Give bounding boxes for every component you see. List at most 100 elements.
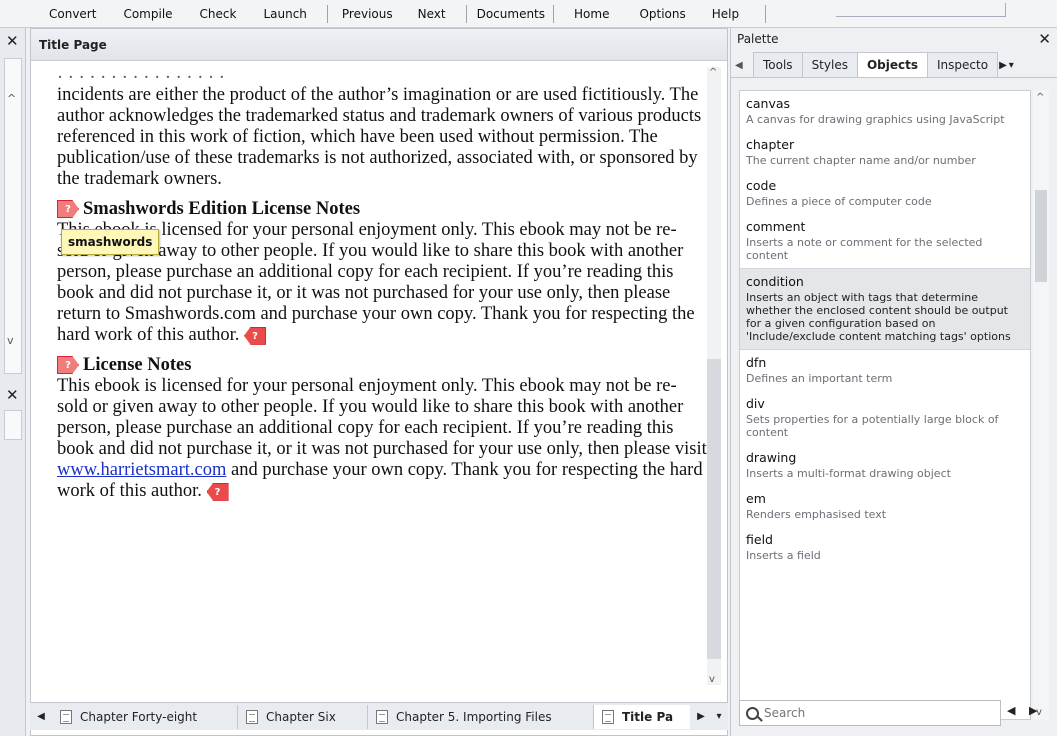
item-name: em bbox=[746, 491, 766, 506]
next-arrow-icon[interactable]: ▶ bbox=[1029, 704, 1037, 717]
tag-marker-icon[interactable]: ? bbox=[57, 356, 79, 374]
list-item[interactable]: comment Inserts a note or comment for the… bbox=[740, 214, 1030, 268]
list-item[interactable]: code Defines a piece of computer code bbox=[740, 173, 1030, 214]
left-collapsed-pane-lower[interactable] bbox=[4, 410, 22, 440]
menu-separator bbox=[765, 4, 767, 23]
tab-scroll-left-icon[interactable]: ◀ bbox=[30, 711, 52, 722]
scroll-up-icon[interactable]: ^ bbox=[709, 67, 717, 78]
menu-previous[interactable]: Previous bbox=[342, 7, 393, 21]
menu-compile[interactable]: Compile bbox=[123, 7, 172, 21]
section-heading[interactable]: ? License Notes bbox=[57, 354, 707, 376]
tooltip: smashwords bbox=[61, 229, 160, 255]
list-item[interactable]: field Inserts a field bbox=[740, 527, 1030, 568]
document-tab-bar: ◀ Chapter Forty-eight Chapter Six Chapte… bbox=[30, 702, 728, 730]
menu-search-box[interactable] bbox=[836, 3, 1006, 17]
tab-menu-icon[interactable]: ▾ bbox=[1007, 60, 1014, 77]
document-icon bbox=[60, 709, 72, 724]
palette-search-field[interactable] bbox=[739, 700, 1001, 726]
menu-separator bbox=[465, 4, 467, 23]
menu-launch[interactable]: Launch bbox=[263, 7, 306, 21]
item-description: Sets properties for a potentially large … bbox=[746, 413, 999, 439]
item-name: chapter bbox=[746, 137, 795, 152]
heading-text: License Notes bbox=[83, 355, 192, 375]
tab-label: Chapter 5. Importing Files bbox=[396, 709, 552, 724]
menu-bar: Convert Compile Check Launch Previous Ne… bbox=[0, 0, 1057, 28]
close-icon[interactable]: ✕ bbox=[1038, 30, 1051, 48]
item-description: Defines a piece of computer code bbox=[746, 195, 932, 208]
list-item[interactable]: drawing Inserts a multi-format drawing ob… bbox=[740, 445, 1030, 486]
menu-documents[interactable]: Documents bbox=[477, 7, 545, 21]
editor-scrollbar[interactable]: ^ v bbox=[707, 67, 721, 685]
palette-title-bar: Palette ✕ bbox=[731, 28, 1057, 50]
list-item[interactable]: em Renders emphasised text bbox=[740, 486, 1030, 527]
tab-tools[interactable]: Tools bbox=[753, 52, 803, 77]
item-description: Renders emphasised text bbox=[746, 508, 887, 521]
heading-text: Smashwords Edition License Notes bbox=[83, 199, 361, 219]
search-input[interactable] bbox=[764, 706, 964, 720]
palette-scrollbar[interactable]: ^ v bbox=[1033, 90, 1049, 720]
previous-arrow-icon[interactable]: ◀ bbox=[1007, 704, 1015, 717]
list-item-selected[interactable]: condition Inserts an object with tags tha… bbox=[740, 268, 1030, 350]
item-name: condition bbox=[746, 274, 804, 289]
scrollbar-thumb[interactable] bbox=[1035, 190, 1047, 282]
paragraph[interactable]: This ebook is licensed for your personal… bbox=[57, 376, 707, 502]
tag-marker-icon[interactable]: ? bbox=[206, 482, 229, 501]
tab-scroll-right-icon[interactable]: ▶ bbox=[997, 60, 1007, 77]
item-description: Inserts a field bbox=[746, 549, 821, 562]
list-item[interactable]: div Sets properties for a potentially lar… bbox=[740, 391, 1030, 445]
item-description: Inserts a note or comment for the select… bbox=[746, 236, 983, 262]
scroll-up-icon[interactable]: ^ bbox=[1036, 92, 1044, 103]
menu-help[interactable]: Help bbox=[712, 7, 739, 21]
menu-check[interactable]: Check bbox=[200, 7, 237, 21]
close-icon[interactable]: ✕ bbox=[6, 386, 19, 404]
tab-label: Title Pa bbox=[622, 709, 674, 724]
palette-panel: Palette ✕ ◀ Tools Styles Objects Inspect… bbox=[730, 28, 1057, 736]
scroll-down-icon[interactable]: v bbox=[709, 674, 715, 685]
tab-chapter-forty-eight[interactable]: Chapter Forty-eight bbox=[52, 704, 238, 729]
left-collapsed-pane[interactable] bbox=[4, 58, 22, 374]
chevron-down-icon[interactable]: v bbox=[7, 334, 14, 347]
left-side-strip: ✕ ^ v ✕ bbox=[0, 28, 26, 736]
close-icon[interactable]: ✕ bbox=[6, 32, 19, 50]
paragraph-text: This ebook is licensed for your personal… bbox=[57, 376, 707, 459]
list-item[interactable]: dfn Defines an important term bbox=[740, 350, 1030, 391]
list-item[interactable]: chapter The current chapter name and/or n… bbox=[740, 132, 1030, 173]
item-description: Defines an important term bbox=[746, 372, 893, 385]
tag-marker-icon[interactable]: ? bbox=[57, 200, 79, 218]
menu-next[interactable]: Next bbox=[418, 7, 446, 21]
tab-scroll-right-icon[interactable]: ▶ bbox=[690, 711, 712, 722]
menu-convert[interactable]: Convert bbox=[49, 7, 96, 21]
item-description: Inserts a multi-format drawing object bbox=[746, 467, 951, 480]
scrollbar-thumb[interactable] bbox=[707, 359, 721, 659]
document-body[interactable]: · · · · · · · · · · · · · · · · incident… bbox=[57, 73, 707, 693]
menu-options[interactable]: Options bbox=[639, 7, 685, 21]
tab-objects[interactable]: Objects bbox=[856, 52, 929, 77]
document-icon bbox=[602, 709, 614, 724]
tab-menu-icon[interactable]: ▾ bbox=[712, 711, 726, 722]
document-icon bbox=[376, 709, 388, 724]
tag-marker-icon[interactable]: ? bbox=[244, 326, 267, 345]
tab-chapter-six[interactable]: Chapter Six bbox=[238, 704, 368, 729]
editor-panel: Title Page · · · · · · · · · · · · · · ·… bbox=[30, 28, 728, 736]
item-name: field bbox=[746, 532, 773, 547]
item-name: comment bbox=[746, 219, 806, 234]
tab-inspector[interactable]: Inspecto bbox=[927, 52, 999, 77]
tab-title-page[interactable]: Title Pa bbox=[594, 704, 690, 729]
tab-chapter-5[interactable]: Chapter 5. Importing Files bbox=[368, 704, 594, 729]
paragraph[interactable]: incidents are either the product of the … bbox=[57, 85, 707, 190]
menu-home[interactable]: Home bbox=[574, 7, 609, 21]
item-description: Inserts an object with tags that determi… bbox=[746, 291, 1011, 343]
objects-list: canvas A canvas for drawing graphics usin… bbox=[739, 90, 1031, 720]
search-icon bbox=[746, 706, 759, 720]
section-heading[interactable]: ? Smashwords Edition License Notes bbox=[57, 198, 707, 220]
menu-separator bbox=[326, 4, 328, 23]
list-item[interactable]: canvas A canvas for drawing graphics usin… bbox=[740, 91, 1030, 132]
document-icon bbox=[246, 709, 258, 724]
editor-title: Title Page bbox=[31, 29, 727, 61]
clipped-line: · · · · · · · · · · · · · · · · bbox=[57, 73, 225, 85]
chevron-up-icon[interactable]: ^ bbox=[7, 92, 16, 105]
item-description: A canvas for drawing graphics using Java… bbox=[746, 113, 1005, 126]
tab-styles[interactable]: Styles bbox=[801, 52, 858, 77]
tab-scroll-left-icon[interactable]: ◀ bbox=[735, 60, 753, 77]
website-link[interactable]: www.harrietsmart.com bbox=[57, 460, 226, 480]
